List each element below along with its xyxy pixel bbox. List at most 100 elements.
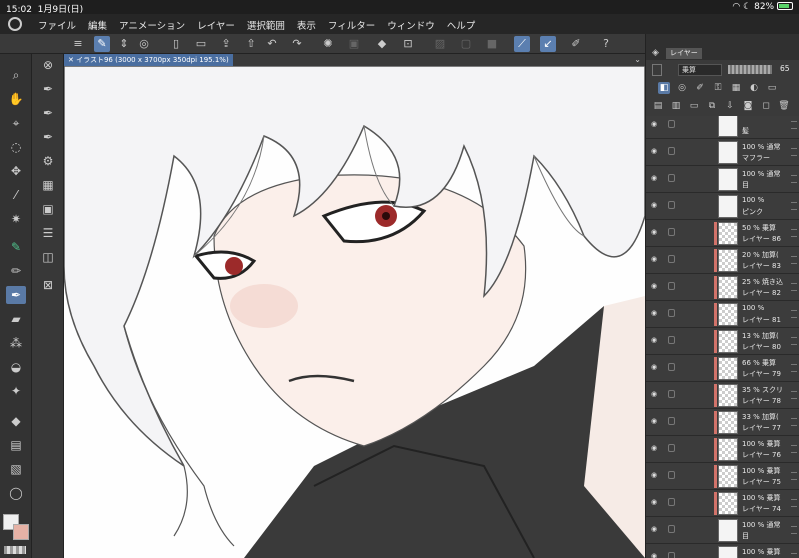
fill-bucket-icon[interactable]: ◆ (6, 412, 26, 430)
disabled-icon-1[interactable]: ▨ (432, 36, 448, 52)
clip-icon[interactable]: ◧ (658, 82, 670, 94)
menu-item[interactable]: 選択範囲 (247, 18, 285, 32)
layer-checkbox[interactable] (668, 309, 675, 317)
open-folder-icon[interactable]: ▭ (193, 36, 209, 52)
loading-icon[interactable]: ✺ (320, 36, 336, 52)
layer-color-icon[interactable] (652, 64, 662, 76)
drag-handle-icon[interactable] (791, 499, 797, 507)
layer-checkbox[interactable] (668, 174, 675, 182)
layer-row[interactable]: ◉ 100 % 乗算 (646, 544, 799, 558)
layer-checkbox[interactable] (668, 417, 675, 425)
eye-icon[interactable]: ◉ (651, 228, 661, 236)
disabled-icon-3[interactable]: ■ (484, 36, 500, 52)
pen-snap-icon[interactable]: ✐ (568, 36, 584, 52)
new-vector-icon[interactable]: ▥ (670, 100, 682, 112)
layer-checkbox[interactable] (668, 147, 675, 155)
sub-tool-list-icon[interactable]: ☰ (38, 224, 58, 242)
new-raster-icon[interactable]: ▤ (652, 100, 664, 112)
copy-layer-icon[interactable]: ⧉ (706, 100, 718, 112)
menu-item[interactable]: レイヤー (197, 18, 235, 32)
pencil-icon[interactable]: ✏ (6, 262, 26, 280)
updown-icon[interactable]: ⇕ (116, 36, 132, 52)
layer-row[interactable]: ◉ 66 % 乗算 レイヤー 79 (646, 355, 799, 382)
sub-tool-layers-icon[interactable]: ◫ (38, 248, 58, 266)
new-folder-icon[interactable]: ▭ (688, 100, 700, 112)
layer-checkbox[interactable] (668, 282, 675, 290)
sub-tool-close-icon[interactable]: ⊗ (38, 56, 58, 74)
drag-handle-icon[interactable] (791, 337, 797, 345)
layer-row[interactable]: ◉ 髪 (646, 116, 799, 139)
drag-handle-icon[interactable] (791, 256, 797, 264)
drag-handle-icon[interactable] (791, 229, 797, 237)
layer-checkbox[interactable] (668, 363, 675, 371)
reference-icon[interactable]: ◎ (676, 82, 688, 94)
drag-handle-icon[interactable] (791, 364, 797, 372)
app-logo-icon[interactable] (8, 17, 22, 31)
layer-checkbox[interactable] (668, 228, 675, 236)
blend-icon[interactable]: ◒ (6, 358, 26, 376)
ruler-snap-icon[interactable]: ⟋ (514, 36, 530, 52)
opacity-slider[interactable] (728, 65, 772, 74)
drag-handle-icon[interactable] (791, 121, 797, 129)
hand-icon[interactable]: ✋ (6, 90, 26, 108)
menu-icon[interactable]: ≡ (70, 36, 86, 52)
layer-checkbox[interactable] (668, 444, 675, 452)
drag-handle-icon[interactable] (791, 445, 797, 453)
drag-handle-icon[interactable] (791, 553, 797, 558)
layer-row[interactable]: ◉ 35 % スクリ レイヤー 78 (646, 382, 799, 409)
eyedropper-icon[interactable]: ⁄ (6, 186, 26, 204)
menu-item[interactable]: ファイル (38, 18, 76, 32)
copy-icon[interactable]: ▣ (346, 36, 362, 52)
eye-icon[interactable]: ◉ (651, 147, 661, 155)
eye-icon[interactable]: ◉ (651, 417, 661, 425)
layer-checkbox[interactable] (668, 336, 675, 344)
menu-item[interactable]: ウィンドウ (387, 18, 435, 32)
layer-row[interactable]: ◉ 100 % 乗算 レイヤー 74 (646, 490, 799, 517)
eye-icon[interactable]: ◉ (651, 363, 661, 371)
tab-layer[interactable]: レイヤー (666, 48, 702, 59)
eye-icon[interactable]: ◉ (651, 282, 661, 290)
eye-icon[interactable]: ◉ (651, 309, 661, 317)
zoom-icon[interactable]: ⌕ (6, 66, 26, 84)
layer-checkbox[interactable] (668, 255, 675, 263)
canvas[interactable] (64, 66, 645, 558)
canvas-tab[interactable]: ✕ イラスト96 (3000 x 3700px 350dpi 195.1%) (64, 54, 233, 66)
layer-row[interactable]: ◉ 100 % 乗算 レイヤー 75 (646, 463, 799, 490)
redo-icon[interactable]: ↷ (289, 36, 305, 52)
layer-checkbox[interactable] (668, 120, 675, 128)
layer-row[interactable]: ◉ 20 % 加算(レイヤー 83 (646, 247, 799, 274)
apply-mask-icon[interactable]: ◻ (760, 100, 772, 112)
eye-icon[interactable]: ◉ (651, 471, 661, 479)
merge-icon[interactable]: ⇩ (724, 100, 736, 112)
layer-checkbox[interactable] (668, 390, 675, 398)
spray-icon[interactable]: ⁂ (6, 334, 26, 352)
drag-handle-icon[interactable] (791, 418, 797, 426)
layer-checkbox[interactable] (668, 498, 675, 506)
sub-tool-pen-a-icon[interactable]: ✒ (38, 80, 58, 98)
eraser-icon[interactable]: ▰ (6, 310, 26, 328)
draft-icon[interactable]: ✐ (694, 82, 706, 94)
lasso-icon[interactable]: ◌ (6, 138, 26, 156)
ruler-icon[interactable]: ▭ (766, 82, 778, 94)
drag-handle-icon[interactable] (791, 472, 797, 480)
menu-item[interactable]: ヘルプ (447, 18, 476, 32)
eye-icon[interactable]: ◉ (651, 525, 661, 533)
save-icon[interactable]: ⇪ (218, 36, 234, 52)
sub-tool-settings-icon[interactable]: ⚙ (38, 152, 58, 170)
new-file-icon[interactable]: ▯ (168, 36, 184, 52)
select-layer-icon[interactable]: ⌖ (6, 114, 26, 132)
mask-icon[interactable]: ◐ (748, 82, 760, 94)
layer-row[interactable]: ◉ 100 % 乗算 レイヤー 76 (646, 436, 799, 463)
mask-add-icon[interactable]: ◙ (742, 100, 754, 112)
export-icon[interactable]: ⇧ (243, 36, 259, 52)
eye-icon[interactable]: ◉ (651, 120, 661, 128)
fill-icon[interactable]: ◆ (374, 36, 390, 52)
layer-checkbox[interactable] (668, 201, 675, 209)
eye-icon[interactable]: ◉ (651, 336, 661, 344)
help-icon[interactable]: ? (598, 36, 614, 52)
eye-icon[interactable]: ◉ (651, 498, 661, 506)
chevron-down-icon[interactable]: ⌄ (634, 54, 641, 66)
layer-row[interactable]: ◉ 100 % レイヤー 81 (646, 301, 799, 328)
eye-icon[interactable]: ◉ (651, 201, 661, 209)
eye-icon[interactable]: ◉ (651, 552, 661, 558)
